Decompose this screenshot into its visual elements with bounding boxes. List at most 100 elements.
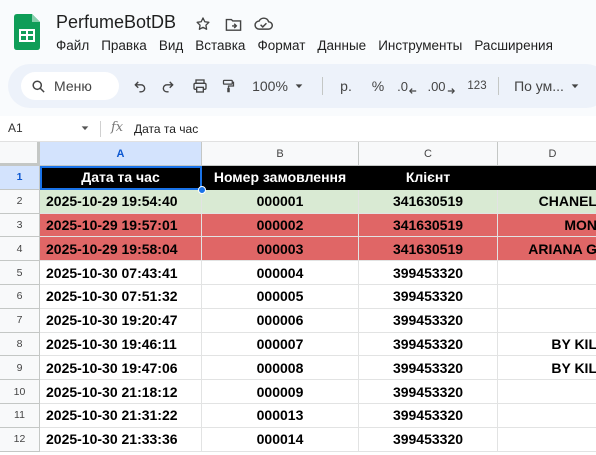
toolbar-divider [498, 77, 499, 95]
cell-col-b-row-8[interactable]: 000007 [202, 332, 359, 357]
cell-col-b-row-5[interactable]: 000004 [202, 261, 359, 285]
column-header-c[interactable]: C [359, 142, 498, 166]
cell-col-c-row-6[interactable]: 399453320 [359, 285, 498, 309]
cell-col-d-row-1[interactable] [498, 166, 596, 190]
currency-format-button[interactable]: р. [334, 74, 358, 98]
cell-col-a-row-3[interactable]: 2025-10-29 19:57:01 [40, 213, 202, 238]
cell-col-c-row-4[interactable]: 341630519 [359, 237, 498, 262]
cell-col-b-row-4[interactable]: 000003 [202, 237, 359, 262]
menu-tools[interactable]: Инструменты [378, 38, 467, 53]
cell-col-b-row-3[interactable]: 000002 [202, 213, 359, 238]
cell-col-d-row-10[interactable] [498, 380, 596, 404]
cell-col-b-row-1[interactable]: Номер замовлення [202, 166, 359, 190]
row-header-5[interactable]: 5 [0, 261, 40, 285]
column-header-b[interactable]: B [202, 142, 359, 166]
print-icon[interactable] [188, 74, 212, 98]
cell-col-b-row-2[interactable]: 000001 [202, 189, 359, 214]
increase-decimal-button[interactable]: .00 [426, 74, 456, 98]
font-select[interactable]: По ум... [508, 74, 586, 98]
undo-icon[interactable] [128, 74, 152, 98]
document-title[interactable]: PerfumeBotDB [56, 12, 176, 33]
number-format-button[interactable]: 123 [464, 74, 490, 98]
cell-col-d-row-8[interactable]: BY KIL [498, 333, 596, 357]
cell-col-b-row-7[interactable]: 000006 [202, 308, 359, 333]
menu-bar: Файл Правка Вид Вставка Формат Данные Ин… [56, 38, 565, 53]
cell-col-b-row-11[interactable]: 000013 [202, 404, 359, 428]
cell-col-d-row-11[interactable] [498, 404, 596, 428]
select-all-corner[interactable] [0, 142, 40, 166]
chevron-down-icon[interactable] [80, 123, 90, 133]
cloud-saved-icon[interactable] [253, 14, 273, 34]
search-label: Меню [54, 78, 92, 94]
cell-col-d-row-6[interactable] [498, 285, 596, 309]
menu-insert[interactable]: Вставка [195, 38, 250, 53]
row-header-8[interactable]: 8 [0, 332, 40, 357]
paint-format-icon[interactable] [216, 74, 240, 98]
cell-col-a-row-9[interactable]: 2025-10-30 19:47:06 [40, 356, 202, 381]
cell-col-b-row-9[interactable]: 000008 [202, 356, 359, 381]
fill-handle[interactable] [198, 186, 206, 194]
row-header-1[interactable]: 1 [0, 166, 40, 190]
row-header-3[interactable]: 3 [0, 213, 40, 238]
cell-col-d-row-12[interactable] [498, 428, 596, 452]
cell-col-b-row-6[interactable]: 000005 [202, 285, 359, 309]
menu-search-button[interactable]: Меню [21, 72, 119, 100]
number-format-label: 123 [467, 80, 487, 92]
percent-format-button[interactable]: % [366, 74, 390, 98]
cell-col-c-row-2[interactable]: 341630519 [359, 189, 498, 214]
cell-col-c-row-10[interactable]: 399453320 [359, 380, 498, 404]
redo-icon[interactable] [156, 74, 180, 98]
cell-col-a-row-2[interactable]: 2025-10-29 19:54:40 [40, 189, 202, 214]
row-header-4[interactable]: 4 [0, 237, 40, 262]
cell-col-b-row-10[interactable]: 000009 [202, 380, 359, 404]
cell-col-d-row-2[interactable]: CHANEL [498, 189, 596, 214]
formula-input[interactable]: Дата та час [134, 122, 198, 136]
cell-col-d-row-7[interactable] [498, 309, 596, 333]
row-header-6[interactable]: 6 [0, 285, 40, 309]
column-header-a[interactable]: A [40, 142, 202, 166]
cell-col-a-row-8[interactable]: 2025-10-30 19:46:11 [40, 332, 202, 357]
menu-view[interactable]: Вид [159, 38, 188, 53]
cell-col-a-row-10[interactable]: 2025-10-30 21:18:12 [40, 380, 202, 404]
cell-col-c-row-9[interactable]: 399453320 [359, 356, 498, 381]
cell-col-c-row-12[interactable]: 399453320 [359, 427, 498, 452]
cell-col-c-row-5[interactable]: 399453320 [359, 261, 498, 285]
cell-col-c-row-11[interactable]: 399453320 [359, 404, 498, 428]
cell-col-d-row-4[interactable]: ARIANA G [498, 237, 596, 262]
menu-format[interactable]: Формат [257, 38, 310, 53]
sheets-logo-icon[interactable] [14, 14, 40, 50]
move-folder-icon[interactable] [223, 14, 243, 34]
menu-edit[interactable]: Правка [101, 38, 152, 53]
cell-col-a-row-11[interactable]: 2025-10-30 21:31:22 [40, 404, 202, 428]
zoom-select[interactable]: 100% [252, 74, 304, 98]
row-header-7[interactable]: 7 [0, 308, 40, 333]
menu-file[interactable]: Файл [56, 38, 94, 53]
spreadsheet-grid[interactable]: A B C D 1 Дата та час Номер замовлення Клієнт 2 2… [0, 142, 596, 455]
cell-col-b-row-12[interactable]: 000014 [202, 427, 359, 452]
cell-col-d-row-3[interactable]: MON [498, 213, 596, 238]
row-header-12[interactable]: 12 [0, 427, 40, 452]
cell-col-d-row-9[interactable]: BY KIL [498, 356, 596, 381]
row-header-9[interactable]: 9 [0, 356, 40, 381]
cell-col-a-row-4[interactable]: 2025-10-29 19:58:04 [40, 237, 202, 262]
menu-extensions[interactable]: Расширения [474, 38, 558, 53]
row-header-10[interactable]: 10 [0, 380, 40, 404]
cell-col-a-row-5[interactable]: 2025-10-30 07:43:41 [40, 261, 202, 285]
decrease-decimal-button[interactable]: .0 [394, 74, 420, 98]
star-icon[interactable] [193, 14, 213, 34]
cell-col-c-row-1[interactable]: Клієнт [359, 166, 498, 190]
percent-label: % [371, 78, 385, 94]
name-box[interactable]: A1 [8, 121, 23, 135]
cell-col-d-row-5[interactable] [498, 261, 596, 285]
cell-col-a-row-12[interactable]: 2025-10-30 21:33:36 [40, 427, 202, 452]
cell-col-a-row-6[interactable]: 2025-10-30 07:51:32 [40, 285, 202, 309]
menu-data[interactable]: Данные [317, 38, 371, 53]
cell-col-a-row-1[interactable]: Дата та час [40, 166, 202, 190]
column-header-d[interactable]: D [498, 142, 596, 166]
row-header-11[interactable]: 11 [0, 404, 40, 428]
cell-col-c-row-7[interactable]: 399453320 [359, 308, 498, 333]
cell-col-c-row-3[interactable]: 341630519 [359, 213, 498, 238]
cell-col-a-row-7[interactable]: 2025-10-30 19:20:47 [40, 308, 202, 333]
cell-col-c-row-8[interactable]: 399453320 [359, 332, 498, 357]
row-header-2[interactable]: 2 [0, 189, 40, 214]
